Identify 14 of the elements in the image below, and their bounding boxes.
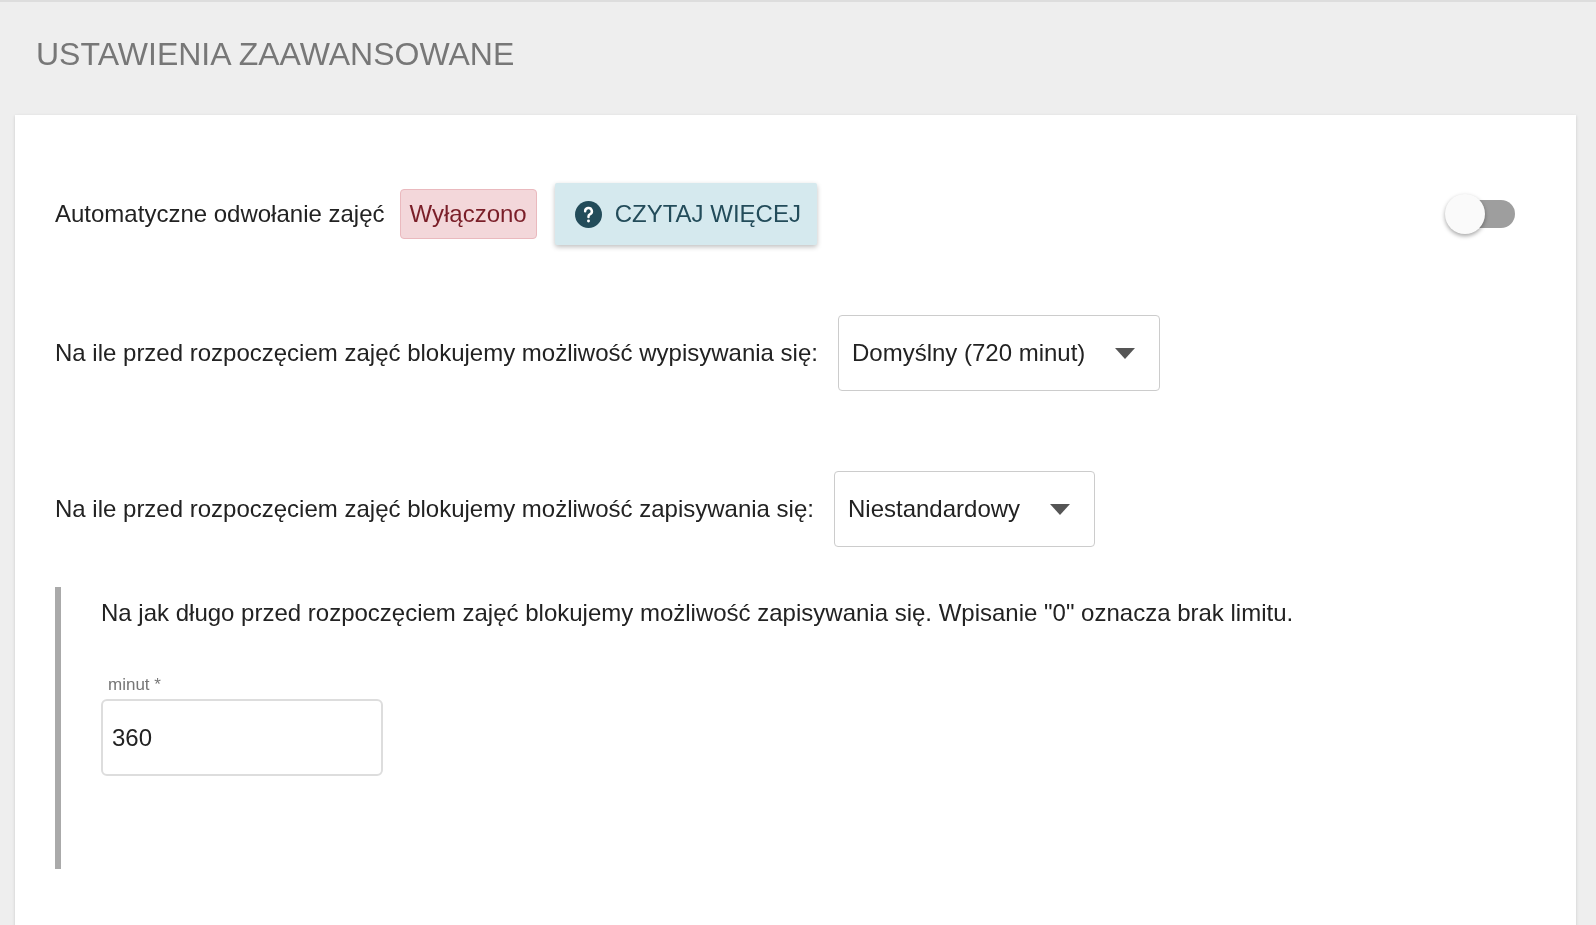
setting-label: Na ile przed rozpoczęciem zajęć blokujemy możliwość wypisywania się:: [55, 339, 818, 367]
description-text: Na jak długo przed rozpoczęciem zajęć blokujemy możliwość zapisywania się. Wpisanie "0" oznacza brak limitu.: [101, 599, 1295, 627]
field-label: minut *: [108, 675, 162, 695]
status-badge: Wyłączono: [399, 189, 537, 239]
page-title: USTAWIENIA ZAAWANSOWANE: [36, 36, 515, 73]
dropdown[interactable]: Domyślny (720 minut): [837, 315, 1161, 391]
setting-label: Automatyczne odwołanie zajęć: [55, 200, 385, 228]
setting-label: Na ile przed rozpoczęciem zajęć blokujemy możliwość zapisywania się:: [55, 495, 814, 523]
read-more-button[interactable]: CZYTAJ WIĘCEJ: [554, 183, 817, 245]
minutes-input[interactable]: 360: [101, 699, 383, 776]
caret-icon: [1050, 503, 1071, 515]
caret-icon: [1115, 347, 1136, 359]
dropdown[interactable]: Niestandardowy: [833, 471, 1096, 547]
help-icon: [574, 200, 602, 228]
